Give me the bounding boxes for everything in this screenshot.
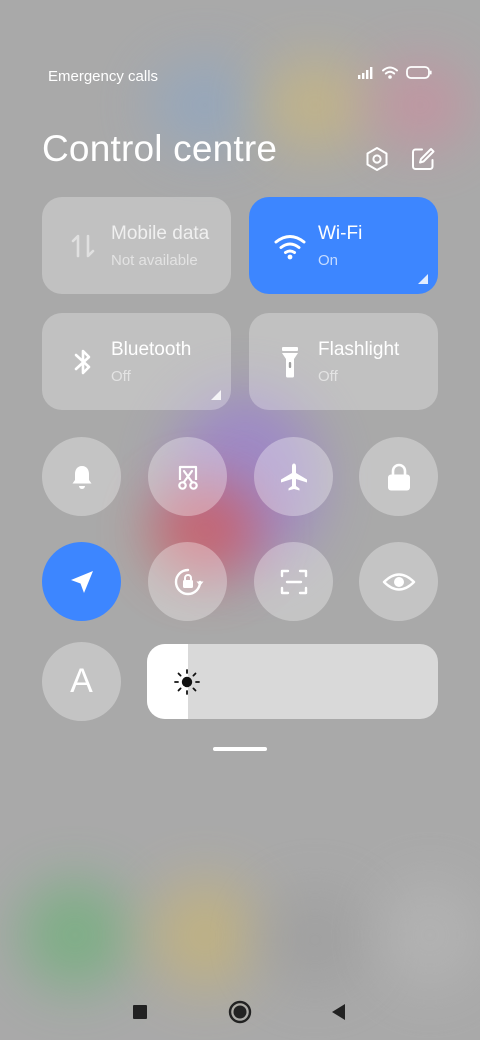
tile-label: Flashlight (318, 339, 400, 360)
toggle-screenshot[interactable] (148, 437, 227, 516)
tile-status: Off (111, 368, 131, 385)
tile-label: Mobile data (111, 223, 210, 244)
home-button[interactable] (218, 990, 262, 1034)
wallpaper-blur (260, 890, 370, 990)
tile-status: Not available (111, 252, 198, 269)
back-button[interactable] (316, 990, 360, 1034)
battery-icon (406, 66, 432, 79)
wallpaper-blur (20, 880, 130, 990)
tile-label: Bluetooth (111, 339, 192, 360)
wifi-status-icon (382, 66, 398, 79)
lock-icon (387, 463, 410, 490)
tile-wifi[interactable]: Wi-Fi On (249, 197, 438, 294)
scanner-icon (280, 569, 307, 594)
brightness-slider[interactable] (147, 644, 438, 719)
tile-status: On (318, 252, 339, 269)
navigation-bar (0, 990, 480, 1034)
circle-icon (228, 1000, 252, 1024)
status-bar: Emergency calls (48, 66, 432, 88)
toggle-auto-rotate[interactable] (148, 542, 227, 621)
auto-rotate-icon (174, 568, 203, 595)
tile-label: Wi-Fi (318, 223, 363, 244)
mobile-data-icon (66, 229, 100, 263)
bluetooth-icon (66, 345, 100, 379)
back-triangle-icon (332, 1004, 345, 1020)
eye-icon (382, 572, 415, 591)
tile-flashlight[interactable]: Flashlight Off (249, 313, 438, 410)
toggle-reading-mode[interactable] (359, 542, 438, 621)
square-icon (133, 1005, 147, 1019)
toggle-location[interactable] (42, 542, 121, 621)
flashlight-icon (273, 345, 307, 379)
bell-icon (72, 465, 91, 489)
expand-corner-icon[interactable] (211, 390, 221, 400)
tile-status: Off (318, 368, 338, 385)
signal-icon (358, 66, 373, 79)
screenshot-icon (177, 465, 198, 490)
wifi-icon (273, 229, 307, 263)
panel-handle[interactable] (213, 747, 267, 751)
status-icons (358, 66, 432, 79)
wallpaper-blur (380, 880, 480, 990)
location-icon (70, 570, 93, 593)
toggle-scanner[interactable] (254, 542, 333, 621)
auto-brightness-button[interactable]: A (42, 642, 121, 721)
auto-brightness-label: A (70, 662, 93, 700)
settings-hex-icon[interactable] (362, 144, 392, 174)
edit-icon[interactable] (408, 144, 438, 174)
toggle-lock[interactable] (359, 437, 438, 516)
carrier-text: Emergency calls (48, 68, 159, 85)
wallpaper-blur (150, 880, 260, 990)
tile-mobile-data[interactable]: Mobile data Not available (42, 197, 231, 294)
page-title: Control centre (42, 128, 278, 169)
airplane-icon (280, 463, 307, 490)
toggle-bell[interactable] (42, 437, 121, 516)
expand-corner-icon[interactable] (418, 274, 428, 284)
tile-bluetooth[interactable]: Bluetooth Off (42, 313, 231, 410)
toggle-airplane[interactable] (254, 437, 333, 516)
sun-icon (174, 669, 200, 695)
recent-apps-button[interactable] (118, 990, 162, 1034)
